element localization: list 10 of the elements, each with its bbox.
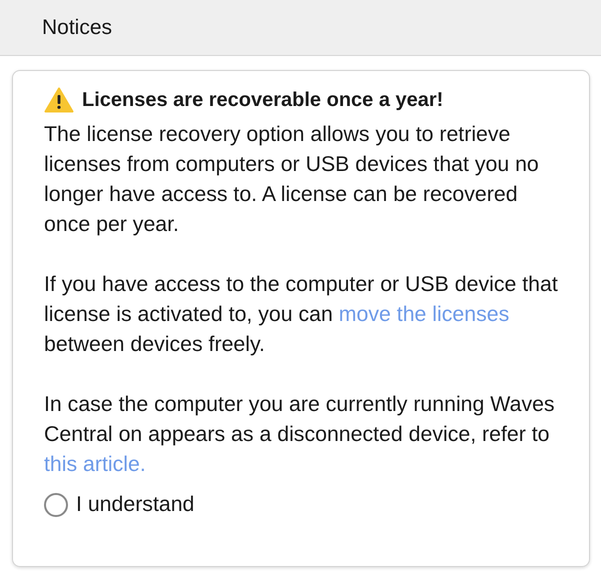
notice-title: Licenses are recoverable once a year!	[82, 88, 444, 113]
link[interactable]: move the licenses	[338, 302, 510, 326]
section-title: Notices	[42, 14, 112, 41]
paragraph: The license recovery option allows you to retrieve licenses from computers or USB devices that you no longer have access to. A license can be recovered once per year.	[44, 121, 540, 238]
radio-label[interactable]: I understand	[76, 489, 194, 521]
warning-icon	[44, 87, 74, 113]
paragraph: If you have access to the computer or USB device that license is activated to, you can move the licenses between devices freely.	[44, 271, 559, 358]
paragraph: In case the computer you are currently running Waves Central on appears as a disconnected device, refer to this article.	[44, 391, 556, 478]
radio-button[interactable]	[44, 492, 68, 517]
link[interactable]: this article.	[44, 452, 146, 476]
